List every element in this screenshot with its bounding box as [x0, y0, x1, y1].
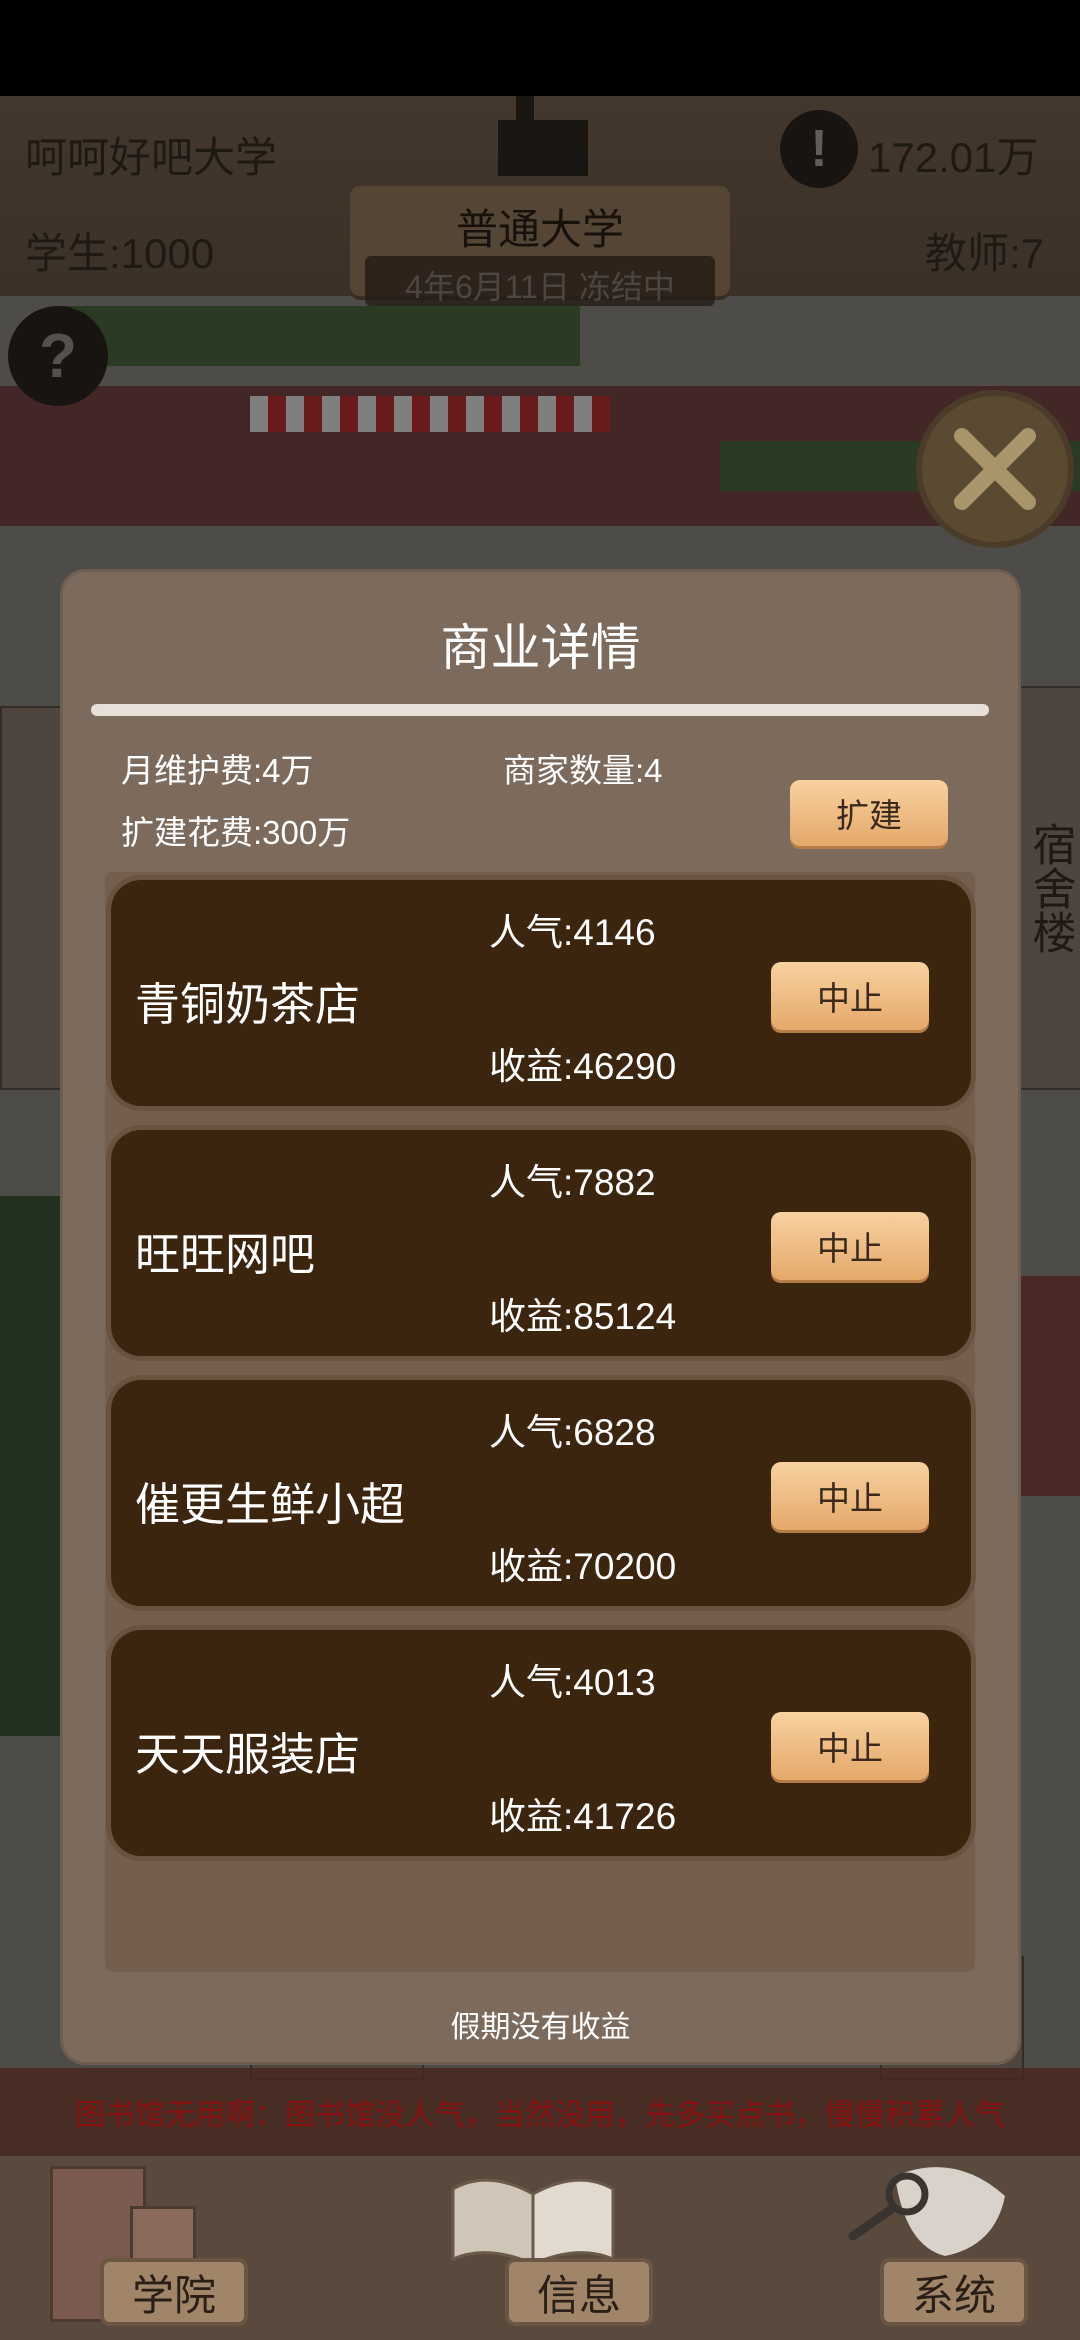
tip-text: 图书馆无用啊：图书馆没人气，当然没用，先多买点书，慢慢积累人气 — [75, 2099, 1005, 2132]
merchant-count: 商家数量:4 — [503, 752, 663, 789]
expand-button[interactable]: 扩建 — [790, 780, 948, 846]
shop-popularity: 人气:6828 — [489, 1412, 656, 1453]
stop-button[interactable]: 中止 — [771, 1212, 929, 1280]
status-bar — [0, 0, 1080, 96]
game-screen: 宿舍楼 呵呵好吧大学 ! 172.01万 学生:1000 教师:7 普通大学 4… — [0, 96, 1080, 2340]
shop-card: 青铜奶茶店 人气:4146 收益:46290 中止 — [111, 880, 971, 1106]
shop-card: 天天服装店 人气:4013 收益:41726 中止 — [111, 1630, 971, 1856]
shop-income: 收益:46290 — [489, 1046, 677, 1087]
shop-card: 催更生鲜小超 人气:6828 收益:70200 中止 — [111, 1380, 971, 1606]
holiday-note: 假期没有收益 — [450, 2011, 631, 2044]
nav-system-button[interactable]: 系统 — [880, 2258, 1028, 2326]
business-details-dialog: 商业详情 月维护费:4万 商家数量:4 扩建花费:300万 扩建 青铜奶茶店 人… — [63, 572, 1018, 2062]
nav-info-button[interactable]: 信息 — [505, 2258, 653, 2326]
close-icon — [954, 428, 1036, 510]
stop-button[interactable]: 中止 — [771, 1712, 929, 1780]
shop-popularity: 人气:4146 — [489, 912, 656, 953]
shop-name: 青铜奶茶店 — [135, 979, 361, 1030]
dialog-title: 商业详情 — [440, 620, 641, 676]
shop-popularity: 人气:7882 — [489, 1162, 656, 1203]
title-divider — [91, 704, 989, 716]
close-button[interactable] — [922, 396, 1068, 542]
shop-name: 催更生鲜小超 — [135, 1479, 406, 1530]
shop-income: 收益:85124 — [489, 1296, 677, 1337]
nav-college-button[interactable]: 学院 — [100, 2258, 248, 2326]
shop-card: 旺旺网吧 人气:7882 收益:85124 中止 — [111, 1130, 971, 1356]
shop-name: 天天服装店 — [135, 1729, 361, 1780]
stop-button[interactable]: 中止 — [771, 1462, 929, 1530]
bottom-nav: 学院 信息 系统 — [0, 2156, 1080, 2340]
shop-popularity: 人气:4013 — [489, 1662, 656, 1703]
stop-button[interactable]: 中止 — [771, 962, 929, 1030]
monthly-fee: 月维护费:4万 — [121, 752, 314, 789]
expand-cost: 扩建花费:300万 — [121, 814, 351, 851]
tip-ticker: 图书馆无用啊：图书馆没人气，当然没用，先多买点书，慢慢积累人气 — [0, 2068, 1080, 2156]
shop-name: 旺旺网吧 — [135, 1229, 316, 1280]
shop-income: 收益:41726 — [489, 1796, 677, 1837]
shop-income: 收益:70200 — [489, 1546, 677, 1587]
